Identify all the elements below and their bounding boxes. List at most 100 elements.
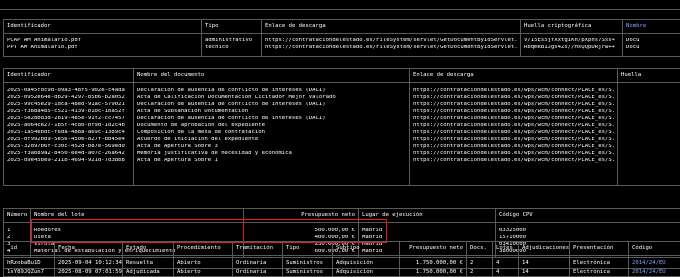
highlight-lot-names <box>31 219 244 243</box>
doc-hash-cell <box>618 83 680 186</box>
doc-id[interactable]: 2025-1a54ebdc-f6da-488a-a69c-13d9c4 <box>7 130 130 137</box>
record-lots: 4 <box>493 268 519 277</box>
record-type: Suministros <box>283 256 333 269</box>
doc-id[interactable]: 2025-0a45fdc9d-09a3-48f5-902e-c4ada <box>7 88 130 95</box>
lot-number: 1 <box>7 228 27 235</box>
column-header: Número <box>4 209 31 223</box>
column-header: Subtipo <box>333 242 400 256</box>
record-budget: 1.750.000,00 € <box>400 256 467 269</box>
download-link[interactable]: https://contrataciondelestado.es/wps/wcm… <box>413 109 614 116</box>
record-id[interactable]: hRzobaBu1D <box>4 256 55 269</box>
column-header: Docs. <box>467 242 493 256</box>
record-submission: Electrónica <box>570 256 629 269</box>
doc-id[interactable]: 2025-99c45e29-1dca-48ed-91ac-579021 <box>7 102 130 109</box>
record-lots: 4 <box>493 256 519 269</box>
doc-ids-cell: 2025-0a45fdc9d-09a3-48f5-902e-c4ada 2025… <box>4 83 134 186</box>
documents-table: Identificador Nombre del documento Enlac… <box>3 68 680 186</box>
column-header: Adjudicaciones <box>519 242 570 256</box>
doc-name: Docu <box>626 45 677 52</box>
download-link[interactable]: https://contrataciondelestado.es/FileSys… <box>265 38 517 45</box>
download-link[interactable]: https://contrataciondelestado.es/wps/wcm… <box>413 137 614 144</box>
doc-names-cell: Declaración de ausencia de conflicto de … <box>134 83 410 186</box>
download-link[interactable]: https://contrataciondelestado.es/wps/wcm… <box>413 144 614 151</box>
doc-title: Acta de Apertura Sobre 3 <box>137 144 406 151</box>
record-awards: 14 <box>519 256 570 269</box>
download-link[interactable]: https://contrataciondelestado.es/wps/wcm… <box>413 116 614 123</box>
doc-id[interactable]: 2025-0952e64e-db29-4297-b5b6-b2a052 <box>7 95 130 102</box>
doc-title: Acta de Subsanación Documentación <box>137 109 406 116</box>
record-code: 2014/24/EU <box>629 256 680 269</box>
doc-title: Acta de Apertura Sobre 1 <box>137 158 406 165</box>
record-id[interactable]: 1sY89JQZun7 <box>4 268 55 277</box>
table-row[interactable]: 1sY89JQZun7 2025-08-09 07:01:59 Adjudica… <box>4 268 680 277</box>
record-subtype: Adquisición <box>333 256 400 269</box>
record-docs: 2 <box>467 256 493 269</box>
column-header: Huella criptográfica <box>521 20 623 34</box>
download-link[interactable]: https://contrataciondelestado.es/wps/wcm… <box>413 130 614 137</box>
record-awards: 14 <box>519 268 570 277</box>
doc-title: Composición de la mesa de contratación <box>137 130 406 137</box>
doc-id[interactable]: 2025-5e28bd3d-2b19-485e-91f2-cc7457 <box>7 116 130 123</box>
column-header: Enlace de descarga <box>262 20 521 34</box>
record-date: 2025-09-04 10:12:34 <box>55 256 123 269</box>
hash-value: V/15Es5jfXxtgIKn/pXphs7Sss+ <box>524 38 619 45</box>
file-names-cell: PCAP AM Animalario.pdfPPT AM Animalario.… <box>4 34 202 57</box>
doc-id[interactable]: 2025-f3ab89a2-8450-ee4d-a07c-26a642 <box>7 151 130 158</box>
record-processing: Ordinaria <box>233 268 283 277</box>
file-type: técnico <box>205 45 258 52</box>
table-row[interactable]: hRzobaBu1D 2025-09-04 10:12:34 Resuelta … <box>4 256 680 269</box>
column-header: Procedimiento <box>174 242 233 256</box>
top-strip <box>0 0 680 10</box>
doc-id[interactable]: 2025-d9e45be9-211b-4694-921d-7d38b8 <box>7 158 130 165</box>
column-header: Identificador <box>4 69 134 83</box>
column-header: Tipo <box>283 242 333 256</box>
download-link[interactable]: https://contrataciondelestado.es/wps/wcm… <box>413 102 614 109</box>
file-links-cell: https://contrataciondelestado.es/FileSys… <box>262 34 521 57</box>
record-procedure: Abierto <box>174 256 233 269</box>
file-type: administrativo <box>205 38 258 45</box>
cpv-code: 03325000 <box>499 228 677 235</box>
column-header: Presentación <box>570 242 629 256</box>
column-header: Lotes <box>493 242 519 256</box>
record-procedure: Abierto <box>174 268 233 277</box>
column-header: Código CPV <box>496 209 680 223</box>
doc-id[interactable]: 2025-f388a485-c521-4139-b10c-1ba52f <box>7 109 130 116</box>
doc-id[interactable]: 2025-df992b89-5e56-450e-827f-bb45e4 <box>7 137 130 144</box>
hash-value: RbqmkB1Jgs4Zs//HsQQpDRjrw++ <box>524 45 619 52</box>
download-link[interactable]: https://contrataciondelestado.es/wps/wcm… <box>413 95 614 102</box>
contracts-table: _id Fecha Estado Procedimiento Tramitaci… <box>3 241 680 277</box>
column-header: _id <box>4 242 55 256</box>
column-header: Estado <box>123 242 174 256</box>
files-table: Identificador Tipo Enlace de descarga Hu… <box>3 19 680 57</box>
download-link[interactable]: https://contrataciondelestado.es/FileSys… <box>265 45 517 52</box>
record-code: 2014/24/EU <box>629 268 680 277</box>
record-date: 2025-08-09 07:01:59 <box>55 268 123 277</box>
record-type: Suministros <box>283 268 333 277</box>
record-submission: Electrónica <box>570 268 629 277</box>
download-link[interactable]: https://contrataciondelestado.es/wps/wcm… <box>413 88 614 95</box>
column-header: Tipo <box>202 20 262 34</box>
download-link[interactable]: https://contrataciondelestado.es/wps/wcm… <box>413 158 614 165</box>
download-link[interactable]: https://contrataciondelestado.es/wps/wcm… <box>413 123 614 130</box>
file-hashes-cell: V/15Es5jfXxtgIKn/pXphs7Sss+RbqmkB1Jgs4Zs… <box>521 34 623 57</box>
column-header: Huella <box>618 69 680 83</box>
doc-title: Acta de Calificación Documentación Licit… <box>137 95 406 102</box>
column-header: Nombre <box>623 20 680 34</box>
doc-title: Declaración de ausencia de conflicto de … <box>137 88 406 95</box>
doc-links-cell: https://contrataciondelestado.es/wps/wcm… <box>410 83 618 186</box>
record-status: Adjudicada <box>123 268 174 277</box>
column-header: Identificador <box>4 20 202 34</box>
column-header: Tramitación <box>233 242 283 256</box>
doc-id[interactable]: 2025-32d97b6f-c30c-452d-b87e-569ed0 <box>7 144 130 151</box>
record-subtype: Adquisición <box>333 268 400 277</box>
doc-id[interactable]: 2025-a064ce27-1b5f-4c80-bf9d-1d2c4b <box>7 123 130 130</box>
column-header: Presupuesto neto <box>400 242 467 256</box>
file-name[interactable]: PCAP AM Animalario.pdf <box>7 38 198 45</box>
column-header: Nombre del documento <box>134 69 410 83</box>
doc-name: Docu <box>626 38 677 45</box>
column-header: Código <box>629 242 680 256</box>
column-header: Fecha <box>55 242 123 256</box>
file-name[interactable]: PPT AM Animalario.pdf <box>7 45 198 52</box>
record-budget: 1.750.000,00 € <box>400 268 467 277</box>
download-link[interactable]: https://contrataciondelestado.es/wps/wcm… <box>413 151 614 158</box>
